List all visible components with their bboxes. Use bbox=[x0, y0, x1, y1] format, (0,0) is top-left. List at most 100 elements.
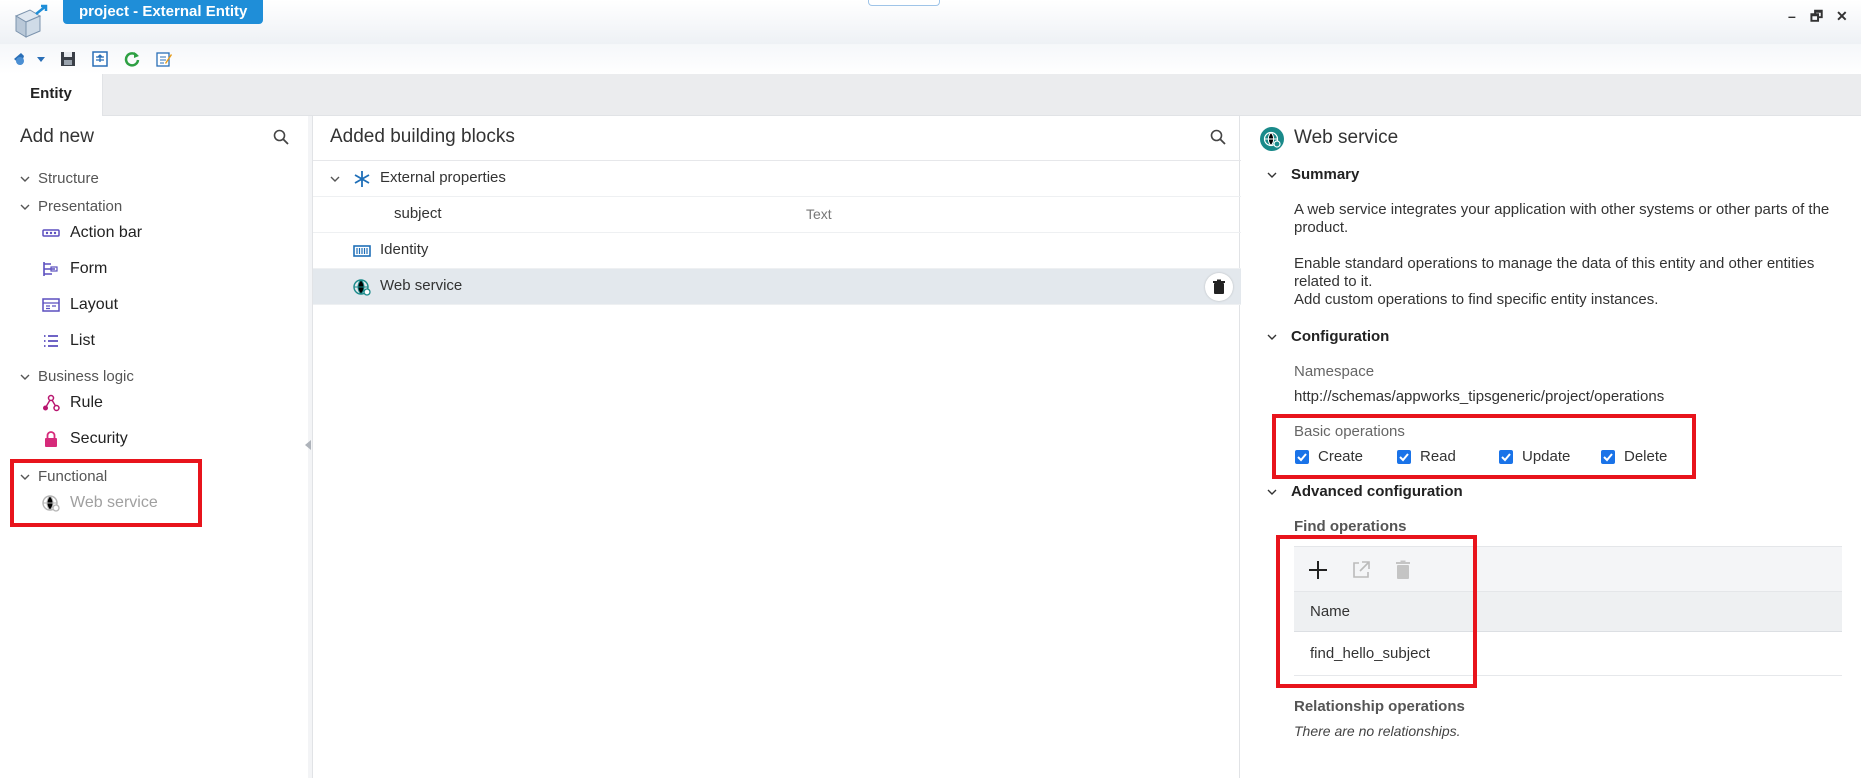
web-service-badge-icon bbox=[1260, 127, 1284, 151]
find-operations-label: Find operations bbox=[1294, 518, 1407, 535]
bb-label: Identity bbox=[380, 241, 429, 258]
entity-menu-icon[interactable] bbox=[12, 50, 30, 68]
collapse-arrow-icon[interactable] bbox=[305, 440, 311, 450]
find-operations-header: Name bbox=[1294, 592, 1842, 632]
bb-row-subject[interactable]: subject Text bbox=[313, 197, 1241, 233]
bb-label: External properties bbox=[380, 169, 506, 186]
section-configuration[interactable]: Configuration bbox=[1267, 327, 1389, 347]
group-label: Presentation bbox=[38, 198, 123, 215]
chevron-down-icon bbox=[1267, 334, 1277, 341]
tree-item-label: Security bbox=[70, 430, 128, 447]
main-toolbar bbox=[0, 44, 1861, 74]
search-icon[interactable] bbox=[1209, 128, 1227, 146]
search-icon[interactable] bbox=[272, 128, 290, 146]
summary-operations-text: Enable standard operations to manage the… bbox=[1294, 255, 1815, 290]
tree-item-web-service: Web service bbox=[42, 491, 158, 515]
group-business-logic[interactable]: Business logic bbox=[20, 367, 134, 387]
tab-entity[interactable]: Entity bbox=[0, 74, 103, 116]
save-icon[interactable] bbox=[59, 50, 77, 68]
read-label: Read bbox=[1420, 448, 1456, 465]
section-heading: Configuration bbox=[1291, 328, 1390, 345]
rule-icon bbox=[43, 394, 60, 412]
tree-item-security[interactable]: Security bbox=[42, 427, 128, 451]
top-drawer-handle[interactable] bbox=[868, 0, 940, 6]
open-external-icon bbox=[1353, 561, 1370, 578]
chevron-down-icon bbox=[20, 374, 30, 381]
bb-row-identity[interactable]: Identity bbox=[313, 233, 1241, 269]
dropdown-icon[interactable] bbox=[36, 50, 46, 68]
tree-item-layout[interactable]: Layout bbox=[42, 293, 118, 317]
tree-item-label: Rule bbox=[70, 394, 103, 411]
asterisk-icon bbox=[354, 171, 370, 187]
tree-item-label: Action bar bbox=[70, 224, 143, 241]
tree-item-label: Web service bbox=[70, 494, 158, 511]
section-summary[interactable]: Summary bbox=[1267, 165, 1359, 185]
chevron-down-icon[interactable] bbox=[330, 174, 340, 184]
trash-icon bbox=[1213, 279, 1225, 294]
create-checkbox[interactable] bbox=[1295, 450, 1309, 464]
minimize-button[interactable]: – bbox=[1788, 8, 1796, 24]
tree-item-rule[interactable]: Rule bbox=[42, 391, 103, 415]
chevron-down-icon bbox=[1267, 172, 1277, 179]
identity-icon bbox=[353, 245, 371, 257]
chevron-down-icon bbox=[20, 204, 30, 211]
bb-label: subject bbox=[394, 205, 442, 222]
refresh-icon[interactable] bbox=[123, 50, 141, 68]
lock-icon bbox=[45, 430, 57, 447]
close-button[interactable]: ✕ bbox=[1836, 8, 1848, 24]
delete-checkbox[interactable] bbox=[1601, 450, 1615, 464]
tree-item-action-bar[interactable]: Action bar bbox=[42, 221, 142, 245]
title-bar: project - External Entity – 🗗 ✕ bbox=[0, 0, 1861, 44]
group-functional[interactable]: Functional bbox=[20, 467, 107, 487]
building-blocks-panel: Added building blocks External propertie… bbox=[312, 116, 1241, 778]
update-checkbox[interactable] bbox=[1499, 450, 1513, 464]
tree-item-label: List bbox=[70, 332, 95, 349]
bb-row-external-properties[interactable]: External properties bbox=[313, 161, 1241, 197]
chevron-down-icon bbox=[20, 474, 30, 481]
bb-row-web-service[interactable]: Web service bbox=[313, 269, 1241, 305]
tree-item-list[interactable]: List bbox=[42, 329, 95, 353]
form-icon bbox=[43, 261, 58, 276]
summary-custom-text: Add custom operations to find specific e… bbox=[1294, 291, 1659, 308]
delete-label: Delete bbox=[1624, 448, 1668, 465]
add-new-panel: Add new Structure Presentation Action ba… bbox=[0, 116, 308, 778]
publish-icon[interactable] bbox=[91, 50, 109, 68]
find-operation-name: find_hello_subject bbox=[1310, 645, 1431, 662]
add-icon[interactable] bbox=[1307, 559, 1329, 581]
group-label: Business logic bbox=[38, 368, 134, 385]
add-new-title: Add new bbox=[20, 126, 94, 147]
properties-title: Web service bbox=[1294, 127, 1399, 148]
window-title: project - External Entity bbox=[63, 0, 264, 24]
tree-item-label: Form bbox=[70, 260, 108, 277]
section-heading: Advanced configuration bbox=[1291, 483, 1463, 500]
properties-panel: Web service Summary A web service integr… bbox=[1241, 116, 1861, 778]
layout-icon bbox=[42, 298, 60, 312]
namespace-label: Namespace bbox=[1294, 363, 1375, 380]
group-label: Structure bbox=[38, 170, 99, 187]
column-name-header[interactable]: Name bbox=[1310, 603, 1350, 620]
app-cube-logo-icon bbox=[14, 4, 48, 38]
relationship-operations-label: Relationship operations bbox=[1294, 698, 1465, 715]
namespace-value[interactable]: http://schemas/appworks_tipsgeneric/proj… bbox=[1294, 388, 1664, 405]
action-bar-icon bbox=[42, 229, 60, 237]
create-label: Create bbox=[1318, 448, 1364, 465]
web-service-icon bbox=[353, 279, 371, 296]
find-operation-row[interactable]: find_hello_subject bbox=[1294, 632, 1842, 676]
no-relationships-text: There are no relationships. bbox=[1294, 723, 1461, 739]
group-presentation[interactable]: Presentation bbox=[20, 197, 122, 217]
section-advanced-configuration[interactable]: Advanced configuration bbox=[1267, 482, 1463, 502]
trash-icon bbox=[1396, 560, 1410, 579]
restore-button[interactable]: 🗗 bbox=[1810, 8, 1823, 24]
tree-item-label: Layout bbox=[70, 296, 119, 313]
chevron-down-icon bbox=[20, 176, 30, 183]
group-label: Functional bbox=[38, 468, 108, 485]
basic-operations-label: Basic operations bbox=[1294, 423, 1405, 440]
read-checkbox[interactable] bbox=[1397, 450, 1411, 464]
building-blocks-title: Added building blocks bbox=[330, 126, 515, 147]
chevron-down-icon bbox=[1267, 489, 1277, 496]
property-type: Text bbox=[806, 206, 832, 222]
tree-item-form[interactable]: Form bbox=[42, 257, 107, 281]
edit-icon[interactable] bbox=[155, 50, 173, 68]
delete-button[interactable] bbox=[1205, 273, 1233, 301]
group-structure[interactable]: Structure bbox=[20, 169, 99, 189]
